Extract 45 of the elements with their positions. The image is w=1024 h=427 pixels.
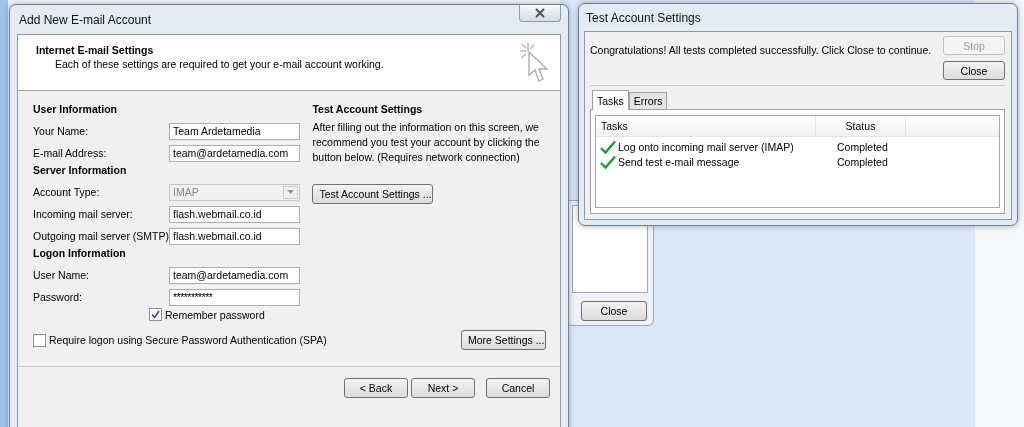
dialog-button[interactable]: Close [943, 61, 1005, 80]
nav-button[interactable]: Cancel [486, 378, 550, 398]
password-field[interactable]: *********** [169, 288, 300, 306]
input-field[interactable]: team@ardetamedia.com [169, 144, 300, 162]
field-label: Incoming mail server: [33, 208, 134, 220]
section-heading: Test Account Settings [312, 103, 424, 115]
section-heading: Logon Information [33, 247, 127, 259]
checkbox[interactable] [149, 308, 162, 321]
column-header: Status [816, 116, 906, 136]
field-label: Outgoing mail server (SMTP): [33, 230, 169, 242]
more-settings-button[interactable]: More Settings ... [461, 330, 546, 350]
task-status: Completed [836, 155, 888, 168]
nav-button[interactable]: < Back [344, 378, 408, 398]
column-header: Tasks [596, 116, 816, 136]
section-heading: User Information [33, 103, 118, 115]
task-name: Send test e-mail message [618, 155, 740, 168]
nav-button[interactable]: Next > [411, 378, 475, 398]
close-button[interactable]: Close [581, 301, 647, 321]
status-message: Congratulations! All tests completed successfully. Click Close to continue. [590, 43, 932, 58]
tab[interactable]: Errors [628, 92, 668, 109]
input-field[interactable]: flash.webmail.co.id [169, 227, 300, 245]
close-button[interactable] [519, 5, 561, 22]
input-field[interactable]: team@ardetamedia.com [169, 266, 300, 284]
checkbox-label: Remember password [165, 308, 265, 321]
input-field[interactable]: Team Ardetamedia [169, 122, 300, 140]
field-label: User Name: [33, 269, 90, 281]
caret-icon [287, 190, 294, 194]
tab[interactable]: Tasks [592, 90, 629, 110]
description-text: After filling out the information on this screen, we recommend you test your account by clicking the button below. (Requires network connection) [312, 120, 541, 165]
close-icon [534, 8, 546, 18]
header-subtitle: Each of these settings are required to get your e-mail account working. [54, 58, 384, 70]
task-name: Log onto incoming mail server (IMAP) [618, 140, 794, 153]
window-title: Test Account Settings [586, 10, 701, 25]
checkbox[interactable] [33, 333, 46, 347]
test-settings-button[interactable]: Test Account Settings ... [312, 184, 434, 204]
input-field[interactable]: flash.webmail.co.id [169, 205, 300, 223]
field-label: Your Name: [33, 125, 90, 137]
header-title: Internet E-mail Settings [36, 44, 155, 56]
task-status: Completed [836, 140, 888, 153]
field-label: E-mail Address: [33, 147, 108, 159]
field-label: Password: [33, 291, 84, 303]
checkbox-label: Require logon using Secure Password Authentication (SPA) [49, 334, 327, 346]
section-heading: Server Information [33, 164, 128, 176]
window-title: Add New E-mail Account [19, 12, 152, 27]
field-label: Account Type: [33, 186, 101, 198]
